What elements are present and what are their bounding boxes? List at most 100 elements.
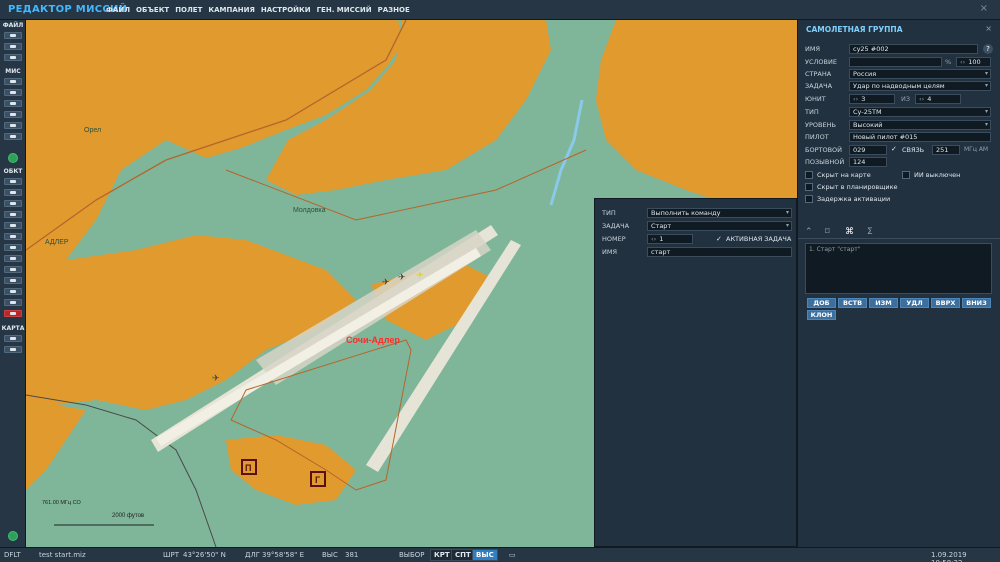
country-select[interactable]: Россия <box>849 69 991 79</box>
callsign-field[interactable]: 124 <box>849 157 887 167</box>
action-type-select[interactable]: Выполнить команду <box>647 208 792 218</box>
add-ship-button[interactable] <box>4 211 22 218</box>
triggers-button[interactable] <box>4 111 22 118</box>
action-name-row: ИМЯ старт <box>595 247 798 258</box>
add-ground-unit-button[interactable] <box>4 200 22 207</box>
unit-total-stepper[interactable]: ‹› 4 <box>915 94 961 104</box>
window-close-icon[interactable]: × <box>980 3 988 14</box>
menu-file[interactable]: ФАЙЛ <box>106 6 130 14</box>
add-button[interactable]: ДОБ <box>807 298 836 308</box>
hidden-on-map-checkbox[interactable] <box>805 171 813 179</box>
stepper-arrows-icon[interactable]: ‹› <box>853 95 858 103</box>
radio-unit-label: МГц АМ <box>964 146 989 153</box>
menu-mission-generator[interactable]: ГЕН. МИССИЙ <box>317 6 372 14</box>
frequency-label: 761.00 МГц СО <box>42 500 81 506</box>
move-up-button[interactable]: ВВРХ <box>931 298 960 308</box>
skill-label: УРОВЕНЬ <box>805 121 836 129</box>
percent-sign: % <box>945 58 952 66</box>
tail-number-field[interactable]: 029 <box>849 145 887 155</box>
help-icon[interactable]: ? <box>983 44 993 54</box>
urban-area-coast <box>26 405 86 490</box>
skill-select[interactable]: Высокий <box>849 120 991 130</box>
map-layer-icon[interactable]: ▭ <box>509 551 516 559</box>
actions-list[interactable]: 1. Старт "старт" <box>805 243 992 294</box>
menu-object[interactable]: ОБЪЕКТ <box>136 6 169 14</box>
hidden-in-planner-checkbox[interactable] <box>805 183 813 191</box>
stepper-arrows-icon[interactable]: ‹› <box>960 58 965 66</box>
edit-button[interactable]: ИЗМ <box>869 298 898 308</box>
unit-stepper[interactable]: ‹› 3 <box>849 94 895 104</box>
left-toolbar: ФАЙЛ МИС ОБКТ КАРТА <box>0 20 26 547</box>
close-icon[interactable]: × <box>985 24 992 33</box>
add-plane-button[interactable] <box>4 178 22 185</box>
delete-action-button[interactable]: УДЛ <box>900 298 929 308</box>
tail-radio-row: БОРТОВОЙ 029 ✓ СВЯЗЬ 251 МГц АМ <box>798 145 1000 156</box>
tail-number-label: БОРТОВОЙ <box>805 146 843 154</box>
list-item[interactable]: 1. Старт "старт" <box>809 246 988 253</box>
resources-button[interactable] <box>4 122 22 129</box>
coalition-button[interactable] <box>4 299 22 306</box>
tab-summary-icon[interactable]: Σ <box>867 227 873 237</box>
aircraft-type-select[interactable]: Су-25ТМ <box>849 107 991 117</box>
open-file-button[interactable] <box>4 43 22 50</box>
exit-button[interactable] <box>8 531 18 541</box>
ruler-button[interactable] <box>4 277 22 284</box>
tab-actions-icon[interactable]: ⌘ <box>845 227 854 237</box>
tab-route-icon[interactable]: ⌃ <box>805 227 813 237</box>
town-label-adler: АДЛЕР <box>45 239 69 246</box>
stepper-arrows-icon[interactable]: ‹› <box>919 95 924 103</box>
add-static-button[interactable] <box>4 222 22 229</box>
check-icon[interactable]: ✓ <box>716 235 722 243</box>
map-options-button[interactable] <box>4 335 22 342</box>
layers-icon <box>10 348 16 351</box>
aircraft-icon: ✈ <box>416 271 424 281</box>
radio-frequency-field[interactable]: 251 <box>932 145 960 155</box>
options-button[interactable] <box>4 133 22 140</box>
units-list-button[interactable] <box>4 288 22 295</box>
new-file-button[interactable] <box>4 32 22 39</box>
ai-off-checkbox[interactable] <box>902 171 910 179</box>
probability-stepper[interactable]: ‹› 100 <box>956 57 991 67</box>
group-name-field[interactable]: су25 #002 <box>849 44 978 54</box>
late-activation-checkbox[interactable] <box>805 195 813 203</box>
menu-campaign[interactable]: КАМПАНИЯ <box>208 6 255 14</box>
goals-button[interactable] <box>4 100 22 107</box>
briefing-button[interactable] <box>4 78 22 85</box>
action-type-row: ТИП Выполнить команду <box>595 208 798 219</box>
stepper-arrows-icon[interactable]: ‹› <box>651 235 656 243</box>
clone-button[interactable]: КЛОН <box>807 310 836 320</box>
menu-misc[interactable]: РАЗНОЕ <box>378 6 410 14</box>
action-number-label: НОМЕР <box>602 235 626 243</box>
move-down-button[interactable]: ВНИЗ <box>962 298 991 308</box>
add-goal-button[interactable] <box>4 266 22 273</box>
pilot-name-field[interactable]: Новый пилот #015 <box>849 132 991 142</box>
insert-button[interactable]: ВСТВ <box>838 298 867 308</box>
town-label-orel: Орел <box>84 127 101 134</box>
task-select[interactable]: Удар по надводным целям <box>849 81 991 91</box>
action-panel: ТИП Выполнить команду ЗАДАЧА Старт НОМЕР… <box>594 198 797 547</box>
pilot-row: ПИЛОТ Новый пилот #015 <box>798 132 1000 143</box>
tab-payload-icon[interactable]: ⌑ <box>825 227 830 237</box>
save-file-button[interactable] <box>4 54 22 61</box>
check-icon <box>10 135 16 138</box>
of-label: ИЗ <box>901 95 911 103</box>
weather-button[interactable] <box>4 89 22 96</box>
altitude-mode-button[interactable]: ВЫС <box>472 549 498 561</box>
add-zone-button[interactable] <box>4 244 22 251</box>
add-template-button[interactable] <box>4 233 22 240</box>
menu-settings[interactable]: НАСТРОЙКИ <box>261 6 311 14</box>
fly-mission-button[interactable] <box>8 153 18 163</box>
map-layers-button[interactable] <box>4 346 22 353</box>
action-task-select[interactable]: Старт <box>647 221 792 231</box>
delete-button[interactable] <box>4 310 22 317</box>
add-nav-point-button[interactable] <box>4 255 22 262</box>
add-helicopter-button[interactable] <box>4 189 22 196</box>
condition-field[interactable] <box>849 57 942 67</box>
target-icon <box>10 268 16 271</box>
top-menu-bar: РЕДАКТОР МИССИЙ ФАЙЛ ОБЪЕКТ ПОЛЕТ КАМПАН… <box>0 0 1000 20</box>
menu-flight[interactable]: ПОЛЕТ <box>175 6 202 14</box>
action-number-stepper[interactable]: ‹› 1 <box>647 234 693 244</box>
check-icon[interactable]: ✓ <box>891 145 897 153</box>
action-name-field[interactable]: старт <box>647 247 792 257</box>
trigger-icon <box>10 113 16 116</box>
